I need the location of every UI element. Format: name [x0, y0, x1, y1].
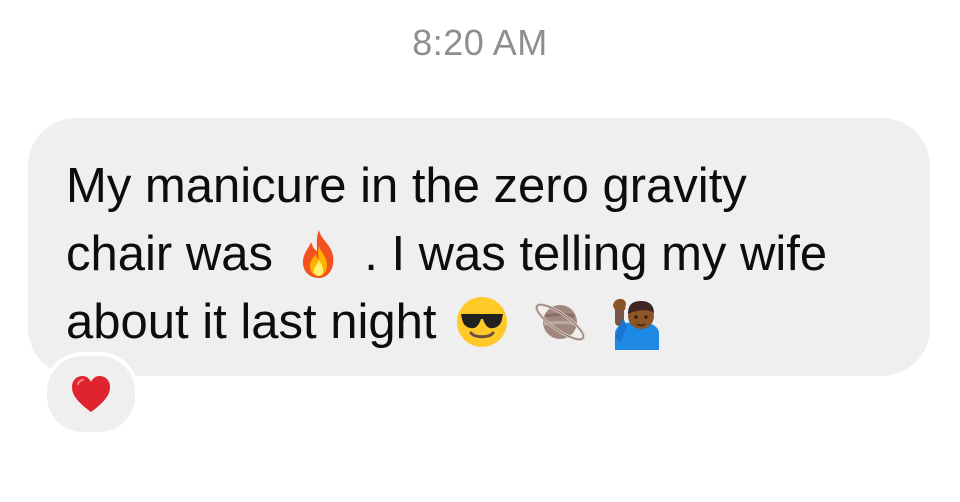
message-timestamp: 8:20 AM — [412, 22, 548, 63]
fire-icon — [291, 226, 347, 282]
message-text-line-3: about it last night — [66, 295, 437, 349]
ringed-planet-icon — [532, 294, 588, 350]
reaction-badge[interactable] — [43, 352, 139, 436]
person-raising-hand-icon — [609, 294, 665, 350]
message-line-3: about it last night — [66, 288, 900, 356]
message-line-1: My manicure in the zero gravity — [66, 152, 900, 220]
message-bubble[interactable]: My manicure in the zero gravity chair wa… — [28, 118, 930, 376]
message-text-line-2a: chair was — [66, 227, 273, 281]
smiling-face-with-sunglasses-icon — [454, 294, 510, 350]
message-line-2: chair was . I was telling my wife — [66, 220, 900, 288]
message-text-line-2b: . I was telling my wife — [364, 227, 828, 281]
red-heart-icon — [70, 374, 112, 414]
message-text-line-1: My manicure in the zero gravity — [66, 159, 747, 213]
